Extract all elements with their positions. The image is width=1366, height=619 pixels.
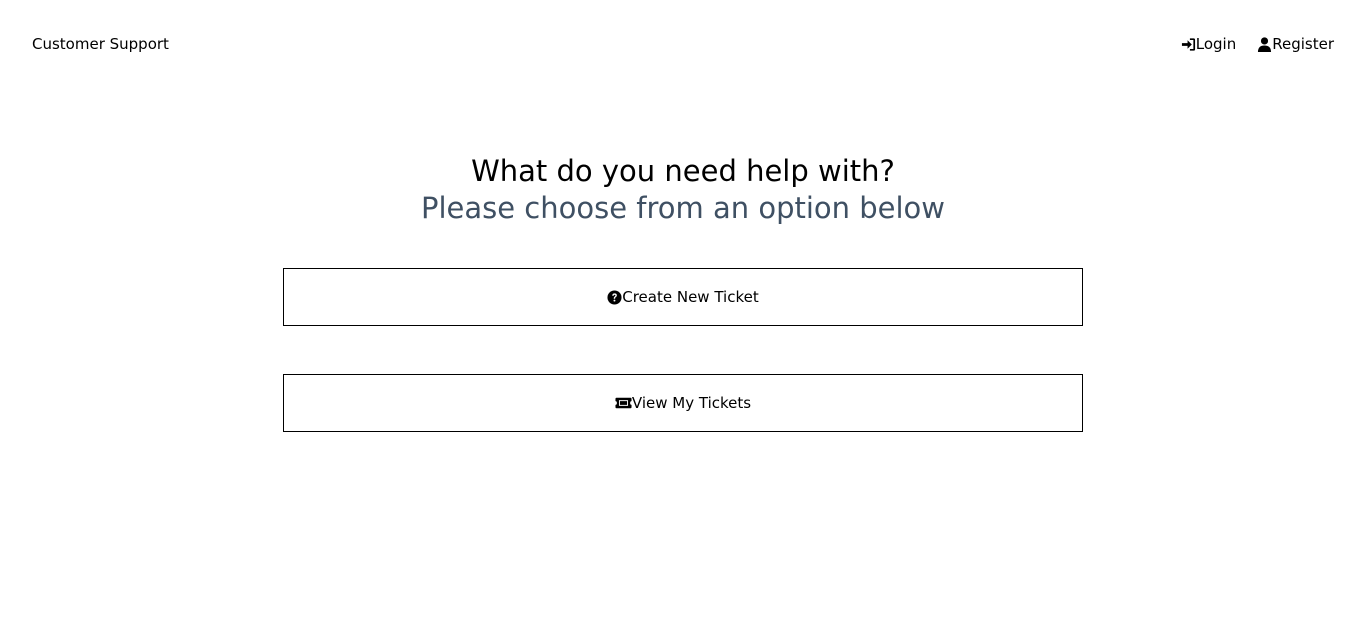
view-tickets-label: View My Tickets: [631, 394, 752, 412]
hero-section: What do you need help with? Please choos…: [0, 152, 1366, 226]
brand-link[interactable]: Customer Support: [32, 35, 169, 53]
question-circle-icon: [607, 289, 622, 305]
page-title: What do you need help with?: [471, 154, 895, 188]
login-link[interactable]: Login: [1181, 35, 1236, 53]
user-icon: [1257, 36, 1272, 52]
ticket-icon: [615, 397, 632, 409]
login-label: Login: [1195, 35, 1237, 53]
sign-in-icon: [1181, 37, 1196, 52]
register-link[interactable]: Register: [1257, 35, 1334, 53]
header-nav: Login Register: [1181, 35, 1334, 53]
site-header: Customer Support Login Register: [0, 0, 1366, 90]
register-label: Register: [1272, 35, 1334, 53]
page-subtitle: Please choose from an option below: [420, 191, 946, 225]
create-ticket-label: Create New Ticket: [622, 288, 759, 306]
view-tickets-button[interactable]: View My Tickets: [283, 374, 1083, 432]
create-ticket-button[interactable]: Create New Ticket: [283, 268, 1083, 326]
